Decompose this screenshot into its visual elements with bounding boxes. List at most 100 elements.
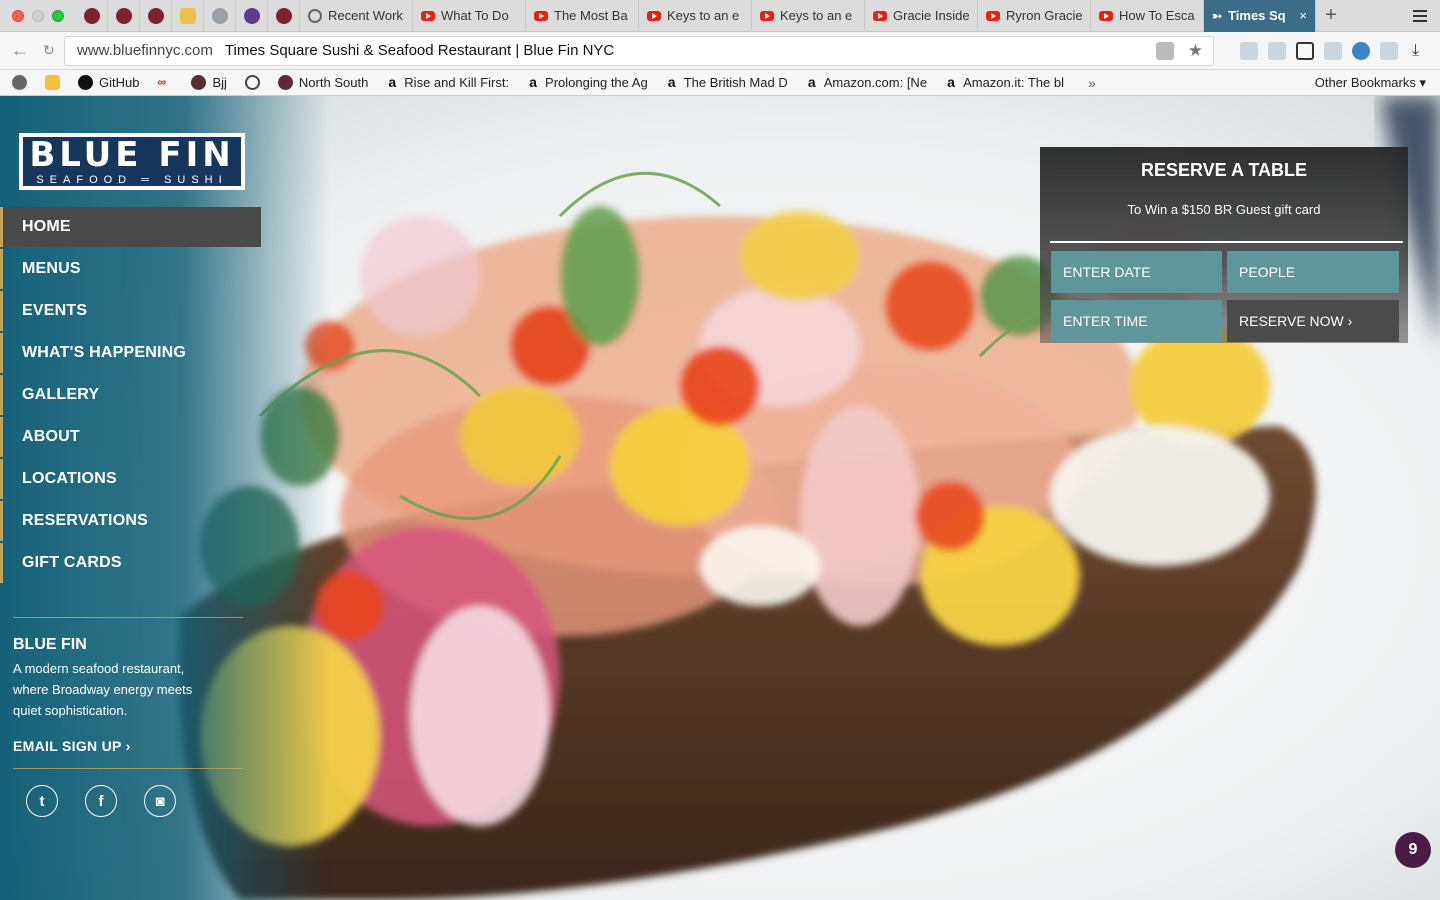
address-bar[interactable]: ↻ www.bluefinnyc.com Times Square Sushi … xyxy=(43,35,1214,66)
tab-label: The Most Ba xyxy=(554,8,628,23)
reload-icon[interactable]: ↻ xyxy=(43,42,55,59)
bjj-icon xyxy=(83,7,100,24)
bookmark-label: Prolonging the Ag xyxy=(545,75,648,90)
extension-icon[interactable] xyxy=(1352,41,1370,60)
email-signup-link[interactable]: EMAIL SIGN UP › xyxy=(13,738,131,754)
bookmark-item[interactable]: a Prolonging the Ag xyxy=(527,74,648,91)
browser-tab[interactable]: Ryron Gracie xyxy=(978,0,1091,32)
reserve-subtitle: To Win a $150 BR Guest gift card xyxy=(1127,202,1321,217)
bjj-icon xyxy=(275,7,292,24)
bookmark-label: Bjj xyxy=(212,75,227,90)
bottle-icon xyxy=(179,7,196,24)
reader-icon[interactable] xyxy=(1155,41,1174,60)
extensions: ⤓ xyxy=(1240,41,1419,60)
reserve-title: RESERVE A TABLE xyxy=(1140,160,1308,180)
reserve-now-button[interactable]: RESERVE NOW › xyxy=(1227,300,1399,342)
notification-badge[interactable]: 9 xyxy=(1395,832,1431,868)
pinned-tab[interactable] xyxy=(172,0,204,32)
extension-icon[interactable] xyxy=(1240,41,1258,60)
nav-item-gallery[interactable]: GALLERY xyxy=(0,375,261,415)
bookmark-item[interactable] xyxy=(244,75,260,90)
bookmark-item[interactable]: a Amazon.com: [Ne xyxy=(806,75,927,91)
bjj-icon xyxy=(277,75,293,90)
pinned-tab[interactable] xyxy=(76,0,108,32)
browser-tab[interactable]: Recent Work xyxy=(300,0,413,32)
pinned-tab[interactable] xyxy=(108,0,140,32)
youtube-icon xyxy=(1099,10,1113,21)
browser-tab[interactable]: The Most Ba xyxy=(526,0,639,32)
nav-item-reservations[interactable]: RESERVATIONS xyxy=(0,501,261,541)
browser-tab[interactable]: Keys to an e xyxy=(639,0,752,32)
tab-label: What To Do xyxy=(441,8,509,23)
fish-icon: ➳ xyxy=(1212,8,1223,23)
ghost-icon xyxy=(12,75,27,90)
bookmark-label: North South xyxy=(298,75,369,90)
enter-date-field[interactable]: ENTER DATE xyxy=(1051,251,1222,293)
browser-tab[interactable]: Gracie Inside xyxy=(865,0,978,32)
menu-icon[interactable] xyxy=(1400,0,1440,32)
browser-toolbar: ← ↻ www.bluefinnyc.com Times Square Sush… xyxy=(0,32,1440,70)
pinned-tab[interactable] xyxy=(236,0,268,32)
bookmark-label: GitHub xyxy=(99,75,140,90)
youtube-icon xyxy=(647,10,661,21)
instagram-icon[interactable]: ◙ xyxy=(144,785,176,817)
close-tab-icon[interactable]: × xyxy=(1299,8,1307,23)
bookmark-star-icon[interactable]: ★ xyxy=(1188,41,1203,61)
bookmark-item[interactable]: a Amazon.it: The bl xyxy=(945,74,1064,91)
extension-icon[interactable] xyxy=(1324,41,1342,60)
browser-tab[interactable]: Keys to an e xyxy=(752,0,865,32)
pinned-tab[interactable] xyxy=(140,0,172,32)
screenshot-icon[interactable] xyxy=(1296,41,1314,60)
facebook-icon[interactable]: f xyxy=(85,785,117,817)
browser-tab-active[interactable]: ➳ Times Sq × xyxy=(1204,0,1316,32)
zoom-window-button[interactable] xyxy=(52,9,64,22)
minimize-window-button[interactable] xyxy=(32,9,44,22)
browser-tab[interactable]: How To Esca xyxy=(1091,0,1204,32)
amazon-icon: a xyxy=(388,74,397,90)
new-tab-button[interactable]: + xyxy=(1316,4,1346,27)
nav-item-about[interactable]: ABOUT xyxy=(0,417,261,457)
nav-item-menus[interactable]: MENUS xyxy=(0,249,261,289)
amazon-icon: a xyxy=(529,74,537,90)
nav-item-locations[interactable]: LOCATIONS xyxy=(0,459,261,499)
nav-item-home[interactable]: HOME xyxy=(0,207,261,247)
bookmark-item[interactable] xyxy=(45,75,60,90)
amazon-icon: a xyxy=(947,74,955,90)
divider xyxy=(13,617,243,618)
nav-item-gift-cards[interactable]: GIFT CARDS xyxy=(0,543,261,583)
bookmark-item[interactable]: a Rise and Kill First: xyxy=(386,74,509,91)
mascot-icon xyxy=(243,7,260,24)
download-icon[interactable]: ⤓ xyxy=(1412,42,1419,60)
other-bookmarks[interactable]: Other Bookmarks ▾ xyxy=(1315,75,1426,91)
extension-icon xyxy=(211,7,228,24)
twitter-icon[interactable]: t xyxy=(26,785,58,817)
close-window-button[interactable] xyxy=(12,9,24,22)
blue-fin-logo[interactable]: BLUE FIN SEAFOOD ═ SUSHI xyxy=(19,133,245,190)
pinned-tab[interactable] xyxy=(204,0,236,32)
restaurant-description: A modern seafood restaurant, where Broad… xyxy=(13,661,193,718)
address-bar-actions: ★ xyxy=(1155,41,1213,61)
youtube-icon xyxy=(986,10,1000,21)
extension-icon[interactable] xyxy=(1268,41,1286,60)
bookmark-item[interactable]: GitHub xyxy=(78,75,139,90)
bookmark-item[interactable]: Bjj xyxy=(191,75,227,90)
divider xyxy=(13,768,243,769)
nav-item-whats-happening[interactable]: WHAT'S HAPPENING xyxy=(0,333,261,373)
youtube-icon xyxy=(534,10,548,21)
back-arrow-icon[interactable]: ← xyxy=(0,40,40,61)
enter-time-field[interactable]: ENTER TIME xyxy=(1051,300,1222,342)
bookmark-item[interactable]: a The British Mad D xyxy=(666,75,788,91)
bookmark-item[interactable]: North South xyxy=(277,75,369,90)
bookmark-item[interactable] xyxy=(12,75,27,90)
logo-tagline: SEAFOOD ═ SUSHI xyxy=(36,173,228,186)
nav-item-events[interactable]: EVENTS xyxy=(0,291,261,331)
people-select[interactable]: PEOPLE xyxy=(1227,251,1399,293)
bookmark-label: Amazon.it: The bl xyxy=(963,75,1064,90)
tab-label: Keys to an e xyxy=(667,8,740,23)
pinned-tab[interactable] xyxy=(268,0,300,32)
bookmark-item[interactable]: ∞ xyxy=(157,75,173,90)
browser-tab[interactable]: What To Do xyxy=(413,0,526,32)
bookmarks-overflow-icon[interactable]: » xyxy=(1088,75,1096,91)
bjj-icon xyxy=(191,75,207,90)
jpeg-icon[interactable] xyxy=(1380,41,1398,60)
